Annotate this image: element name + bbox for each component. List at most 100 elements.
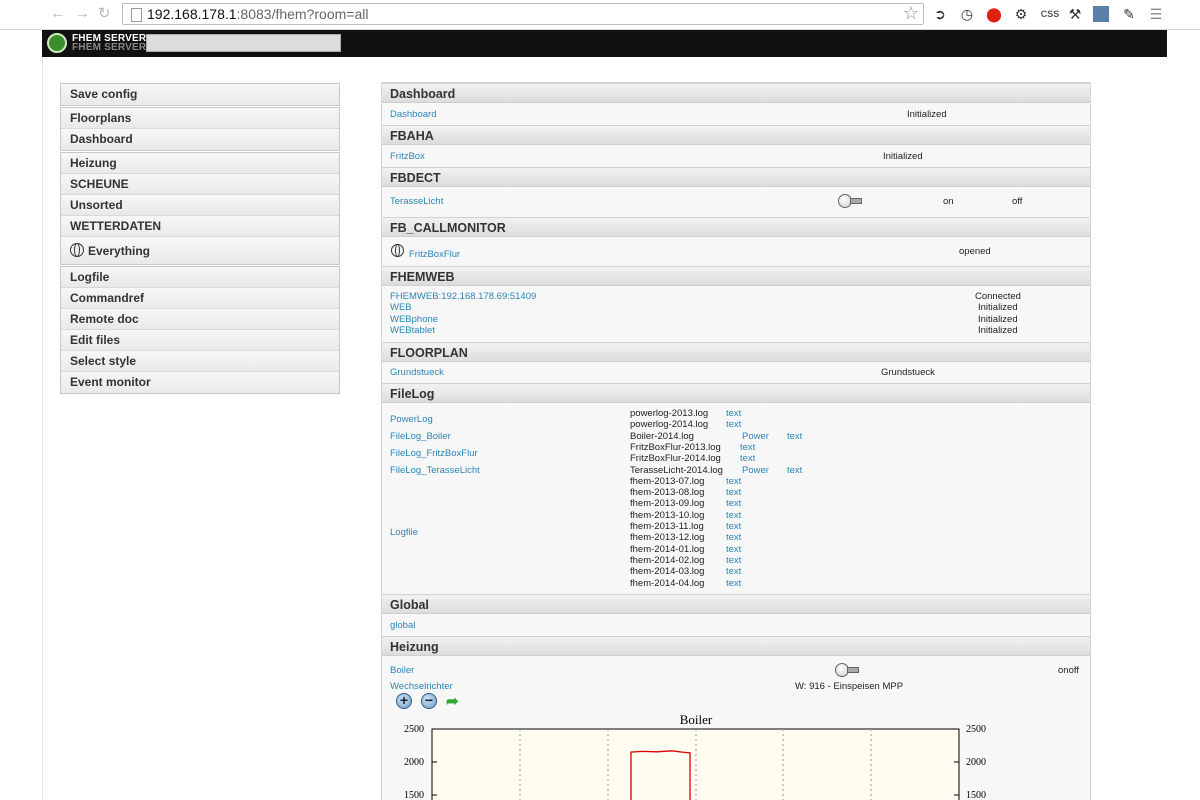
device-link-logfile[interactable]: Logfile	[390, 527, 418, 538]
menu-item-wetterdaten[interactable]: WETTERDATEN	[61, 216, 339, 237]
logfile-text-link[interactable]: text	[726, 532, 741, 543]
logfile-text-link[interactable]: text	[726, 476, 741, 487]
device-link-terasselicht[interactable]: TerasseLicht	[390, 196, 443, 207]
room-header-floorplan[interactable]: FLOORPLAN	[382, 342, 1090, 362]
menu-group-tools: Logfile Commandref Remote doc Edit files…	[60, 266, 340, 394]
logfile-name: powerlog-2013.log	[630, 408, 709, 419]
adblock-icon[interactable]: ⬤	[985, 5, 1003, 23]
device-link-web[interactable]: WEB	[390, 302, 412, 313]
globe-icon	[70, 243, 84, 257]
menu-item-everything-label: Everything	[88, 244, 151, 258]
logfile-plot-link[interactable]: Power	[742, 465, 769, 476]
chart-title: Boiler	[680, 712, 713, 727]
logfile-name: fhem-2014-01.log	[630, 543, 705, 555]
menu-item-edit-files[interactable]: Edit files	[61, 330, 339, 351]
forward-icon[interactable]: →	[74, 6, 90, 22]
menu-item-event-monitor[interactable]: Event monitor	[61, 372, 339, 393]
back-icon[interactable]: ←	[50, 6, 66, 22]
device-link-wechselrichter[interactable]: Wechselrichter	[390, 681, 453, 692]
logfile-text-link[interactable]: text	[726, 408, 741, 419]
device-link-fritzboxflur[interactable]: FritzBoxFlur	[409, 249, 460, 260]
menu-item-floorplans[interactable]: Floorplans	[61, 108, 339, 129]
boiler-set-links[interactable]: onoff	[1058, 665, 1079, 676]
logfile-name: FritzBoxFlur-2013.log	[630, 441, 721, 453]
device-link-global[interactable]: global	[390, 620, 415, 631]
device-link-fritzbox[interactable]: FritzBox	[390, 151, 425, 162]
y-tick-label: 2000	[404, 757, 424, 768]
room-header-fbdect[interactable]: FBDECT	[382, 167, 1090, 187]
menu-item-save-config[interactable]: Save config	[61, 84, 339, 105]
menu-group-rooms: Heizung SCHEUNE Unsorted WETTERDATEN Eve…	[60, 152, 340, 265]
menu-item-select-style[interactable]: Select style	[61, 351, 339, 372]
address-bar[interactable]: 192.168.178.1:8083/fhem?room=all ☆	[122, 3, 924, 25]
bookmark-star-icon[interactable]: ☆	[903, 3, 919, 24]
room-header-filelog[interactable]: FileLog	[382, 383, 1090, 403]
back-arrow-icon[interactable]: ➦	[446, 692, 459, 710]
room-header-heizung[interactable]: Heizung	[382, 636, 1090, 656]
device-link-webtablet[interactable]: WEBtablet	[390, 325, 435, 336]
extension-pin-icon[interactable]: ➲	[931, 5, 949, 23]
device-link-webphone[interactable]: WEBphone	[390, 314, 438, 325]
logfile-plot-link[interactable]: Power	[742, 431, 769, 442]
logfile-text-link[interactable]: text	[726, 544, 741, 555]
room-header-fb-callmonitor[interactable]: FB_CALLMONITOR	[382, 217, 1090, 237]
y-tick-label: 1500	[404, 790, 424, 800]
reload-icon[interactable]: ↻	[98, 6, 111, 22]
logfile-text-link[interactable]: text	[726, 419, 741, 430]
fhem-header: FHEM SERVER FHEM SERVER	[42, 30, 1167, 57]
extension-clock-icon[interactable]: ◷	[958, 5, 976, 23]
set-on-link[interactable]: on	[943, 196, 954, 207]
logfile-text-link[interactable]: text	[787, 431, 802, 442]
device-link-boiler[interactable]: Boiler	[390, 665, 414, 676]
image-extension-icon[interactable]	[1093, 6, 1109, 22]
logfile-name: fhem-2013-10.log	[630, 509, 705, 521]
logfile-text-link[interactable]: text	[726, 521, 741, 532]
device-link-filelog-boiler[interactable]: FileLog_Boiler	[390, 431, 451, 442]
set-off-link[interactable]: off	[1012, 196, 1022, 207]
menu-item-logfile[interactable]: Logfile	[61, 267, 339, 288]
device-link-filelog-fritzboxflur[interactable]: FileLog_FritzBoxFlur	[390, 448, 478, 459]
lightbulb-icon[interactable]	[838, 194, 864, 208]
device-link-fhemweb-connection[interactable]: FHEMWEB:192.168.178.69:51409	[390, 291, 536, 302]
logfile-text-link[interactable]: text	[787, 465, 802, 476]
lightbulb-icon[interactable]	[835, 663, 861, 677]
css-extension-icon[interactable]: CSS	[1040, 5, 1060, 23]
device-link-dashboard[interactable]: Dashboard	[390, 109, 436, 120]
logfile-text-link[interactable]: text	[726, 555, 741, 566]
zoom-out-icon[interactable]: −	[421, 693, 437, 709]
room-header-global[interactable]: Global	[382, 594, 1090, 614]
menu-item-unsorted[interactable]: Unsorted	[61, 195, 339, 216]
device-state: Connected	[975, 291, 1021, 302]
wrench-icon[interactable]: ⚒	[1066, 5, 1084, 23]
logfile-text-link[interactable]: text	[726, 578, 741, 589]
menu-item-dashboard[interactable]: Dashboard	[61, 129, 339, 150]
logfile-text-link[interactable]: text	[726, 487, 741, 498]
device-link-powerlog[interactable]: PowerLog	[390, 414, 433, 425]
gear-icon[interactable]: ⚙	[1012, 5, 1030, 23]
menu-item-everything[interactable]: Everything	[61, 237, 339, 264]
menu-item-scheune[interactable]: SCHEUNE	[61, 174, 339, 195]
room-header-dashboard[interactable]: Dashboard	[382, 83, 1090, 103]
device-link-grundstueck[interactable]: Grundstueck	[390, 367, 444, 378]
menu-icon[interactable]: ☰	[1147, 5, 1165, 23]
menu-item-remote-doc[interactable]: Remote doc	[61, 309, 339, 330]
logfile-text-link[interactable]: text	[740, 442, 755, 453]
device-link-filelog-terasselicht[interactable]: FileLog_TerasseLicht	[390, 465, 480, 476]
fhem-logo-icon[interactable]	[47, 33, 67, 53]
logfile-text-link[interactable]: text	[726, 510, 741, 521]
menu-item-heizung[interactable]: Heizung	[61, 153, 339, 174]
logo-title-shadow: FHEM SERVER	[72, 42, 147, 53]
logfile-text-link[interactable]: text	[726, 498, 741, 509]
menu-group-save: Save config	[60, 83, 340, 106]
command-input[interactable]	[146, 34, 341, 52]
browser-toolbar: ← → ↻ 192.168.178.1:8083/fhem?room=all ☆…	[0, 0, 1200, 30]
menu-item-commandref[interactable]: Commandref	[61, 288, 339, 309]
device-state: Grundstueck	[881, 367, 935, 378]
room-header-fhemweb[interactable]: FHEMWEB	[382, 266, 1090, 286]
room-header-fbaha[interactable]: FBAHA	[382, 125, 1090, 145]
logfile-text-link[interactable]: text	[740, 453, 755, 464]
boiler-chart[interactable]: Boiler250020001500250020001500WW	[382, 709, 1090, 800]
evernote-icon[interactable]: ✎	[1120, 5, 1138, 23]
zoom-in-icon[interactable]: +	[396, 693, 412, 709]
logfile-text-link[interactable]: text	[726, 566, 741, 577]
